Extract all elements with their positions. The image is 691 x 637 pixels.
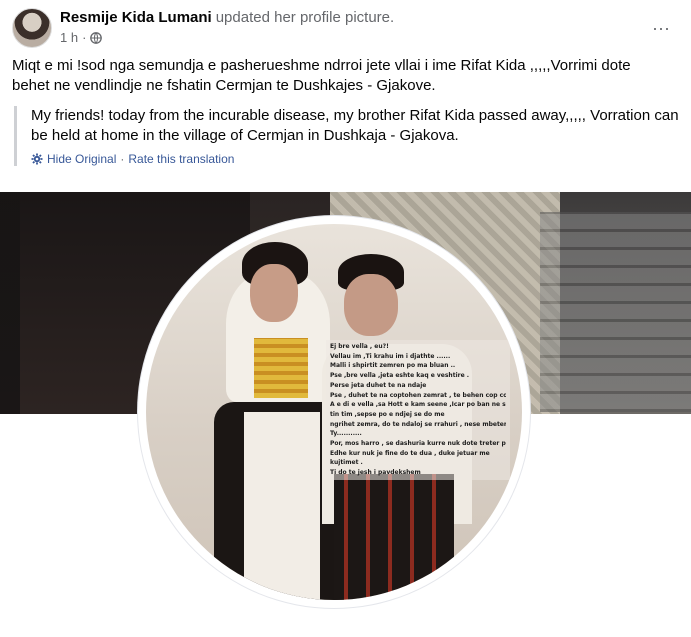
cover-floor: [540, 212, 691, 412]
poem-line: Por, mos harro , se dashuria kurre nuk d…: [330, 440, 506, 448]
translation-text: My friends! today from the incurable dis…: [31, 107, 679, 144]
poem-line: Ej bre vella , eu?!: [330, 343, 389, 350]
poem-line: Pse ,bre vella ,jeta eshte kaq e veshtir…: [330, 372, 470, 380]
poem-line: Vellau im ,Ti krahu im i djathte ......: [330, 352, 451, 360]
more-options-button[interactable]: ···: [645, 14, 677, 42]
post-header: Resmije Kida Lumani updated her profile p…: [12, 8, 679, 48]
poem-line: Ty...........: [330, 430, 362, 438]
poem-line: Edhe kur nuk je fine do te dua , duke je…: [330, 449, 490, 457]
meta-separator: ·: [82, 30, 87, 45]
more-icon: ···: [652, 17, 670, 38]
author-name[interactable]: Resmije Kida Lumani: [60, 9, 212, 26]
author-line: Resmije Kida Lumani updated her profile p…: [60, 9, 394, 26]
gear-icon: [31, 153, 43, 165]
photo-poem-text: Ej bre vella , eu?! Vellau im ,Ti krahu …: [326, 340, 510, 480]
poem-line: tin tim ,sepse po e ndjej se do me: [330, 410, 445, 418]
globe-icon: [90, 31, 103, 44]
avatar[interactable]: [12, 8, 52, 48]
poem-line: Pse , duhet te na coptohen zemrat , te b…: [330, 391, 506, 399]
post-action: updated her profile picture.: [215, 9, 395, 26]
translation-block: My friends! today from the incurable dis…: [14, 106, 681, 166]
poem-line: kujtimet .: [330, 459, 363, 467]
post-card: Resmije Kida Lumani updated her profile p…: [0, 0, 691, 637]
translation-links: Hide Original · Rate this translation: [31, 152, 681, 166]
poem-line: Malli i shpirtit zemren po ma bluan ..: [330, 362, 456, 370]
poem-line: Ti do te jesh i pavdekshem: [330, 469, 421, 477]
rate-translation-link[interactable]: Rate this translation: [128, 152, 234, 166]
poem-line: ngrihet zemra, do te ndaloj se rrahuri ,…: [330, 420, 506, 428]
timestamp[interactable]: 1 h: [60, 30, 78, 45]
poem-line: A e di e vella ,sa Hott e kam seene ,Ica…: [330, 401, 506, 409]
post-meta: 1 h ·: [60, 30, 103, 45]
hide-original-link[interactable]: Hide Original: [47, 152, 116, 166]
post-original-text: Miqt e mi !sod nga semundja e pasheruesh…: [12, 57, 631, 94]
poem-line: Perse jeta duhet te na ndaje: [330, 381, 427, 389]
profile-picture[interactable]: Ej bre vella , eu?! Vellau im ,Ti krahu …: [146, 224, 522, 600]
link-separator: ·: [120, 152, 125, 166]
